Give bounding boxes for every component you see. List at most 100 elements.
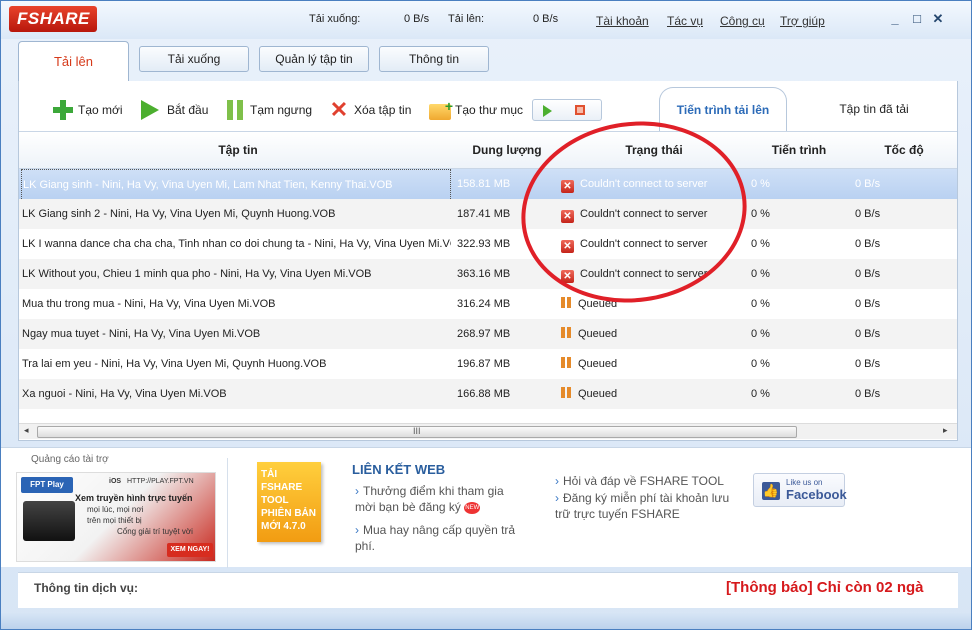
minimize-icon[interactable]: _ xyxy=(887,11,903,27)
file-speed: 0 B/s xyxy=(855,298,881,310)
close-icon[interactable]: ✕ xyxy=(930,11,946,27)
file-size: 363.16 MB xyxy=(457,268,511,280)
file-progress: 0 % xyxy=(751,238,770,250)
file-progress: 0 % xyxy=(751,298,770,310)
file-name: Ngay mua tuyet - Nini, Ha Vy, Vina Uyen … xyxy=(22,328,261,340)
pause-icon xyxy=(224,99,246,121)
file-speed: 0 B/s xyxy=(855,178,881,190)
link-upgrade[interactable]: › Mua hay nâng cấp quyền trả phí. xyxy=(355,522,525,554)
scroll-left-icon[interactable]: ◂ xyxy=(24,425,29,436)
file-name: LK Giang sinh - Nini, Ha Vy, Vina Uyen M… xyxy=(21,169,451,201)
column-file[interactable]: Tập tin xyxy=(19,132,457,170)
table-row[interactable]: LK Giang sinh - Nini, Ha Vy, Vina Uyen M… xyxy=(19,169,957,201)
facebook-like-icon: 👍 xyxy=(762,482,780,500)
facebook-like-button[interactable]: 👍 Like us on Facebook xyxy=(753,473,847,507)
file-progress: 0 % xyxy=(751,328,770,340)
devices-image xyxy=(23,501,75,541)
fpt-play-banner[interactable]: FPT Play iOS HTTP://PLAY.FPT.VN Xem truy… xyxy=(16,472,216,562)
table-row[interactable]: LK Giang sinh 2 - Nini, Ha Vy, Vina Uyen… xyxy=(19,199,957,229)
facebook-like-text: Like us on xyxy=(786,478,823,487)
app-window: FSHARE Tải xuống: 0 B/s Tải lên: 0 B/s T… xyxy=(0,0,972,630)
subtab-uploaded-files[interactable]: Tập tin đã tải xyxy=(819,87,929,131)
file-name: LK I wanna dance cha cha cha, Tinh nhan … xyxy=(22,238,451,250)
tab-info[interactable]: Thông tin xyxy=(379,46,489,72)
play-icon xyxy=(141,100,159,120)
fshare-tool-download-box[interactable]: TẢI FSHARE TOOL PHIÊN BẢN MỚI 4.7.0 xyxy=(257,462,321,542)
link-register-text: Đăng ký miễn phí tài khoản lưu trữ trực … xyxy=(555,491,730,521)
new-button[interactable]: Tạo mới xyxy=(52,96,123,124)
upload-speed-value: 0 B/s xyxy=(533,13,559,25)
file-name: LK Giang sinh 2 - Nini, Ha Vy, Vina Uyen… xyxy=(22,208,336,220)
column-size[interactable]: Dung lượng xyxy=(462,132,552,170)
file-size: 316.24 MB xyxy=(457,298,511,310)
menu-help[interactable]: Trợ giúp xyxy=(780,14,825,28)
file-speed: 0 B/s xyxy=(855,358,881,370)
table-row[interactable]: Xa nguoi - Nini, Ha Vy, Vina Uyen Mi.VOB… xyxy=(19,379,957,409)
file-speed: 0 B/s xyxy=(855,208,881,220)
file-list: LK Giang sinh - Nini, Ha Vy, Vina Uyen M… xyxy=(19,169,957,409)
facebook-name: Facebook xyxy=(786,487,847,502)
queued-pause-icon xyxy=(561,296,572,309)
menu-account[interactable]: Tài khoản xyxy=(596,14,649,28)
chevron-right-icon: › xyxy=(555,474,559,488)
table-row[interactable]: LK I wanna dance cha cha cha, Tinh nhan … xyxy=(19,229,957,259)
service-info-bar: Thông tin dịch vụ: [Thông báo] Chỉ còn 0… xyxy=(18,572,958,608)
pause-button[interactable]: Tạm ngưng xyxy=(224,96,312,124)
subtab-upload-progress[interactable]: Tiến trình tải lên xyxy=(659,87,787,131)
mini-play-icon[interactable] xyxy=(543,105,552,117)
table-header: Tập tin Dung lượng Trạng thái Tiến trình… xyxy=(19,131,957,169)
web-links-title: LIÊN KẾT WEB xyxy=(352,462,446,477)
fpt-play-logo: FPT Play xyxy=(21,477,73,493)
new-folder-button-label: Tạo thư mục xyxy=(455,103,524,117)
start-button[interactable]: Bắt đầu xyxy=(141,96,208,124)
column-progress[interactable]: Tiến trình xyxy=(749,132,849,170)
ios-label: iOS xyxy=(109,478,122,485)
tab-upload[interactable]: Tải lên xyxy=(18,41,129,82)
watch-now-button[interactable]: XEM NGAY! xyxy=(167,543,213,557)
column-speed[interactable]: Tốc độ xyxy=(859,132,949,170)
chevron-right-icon: › xyxy=(355,523,359,537)
fshare-logo: FSHARE xyxy=(9,6,97,32)
service-info-label: Thông tin dịch vụ: xyxy=(34,581,138,595)
file-status-text: Queued xyxy=(578,388,618,400)
menu-actions[interactable]: Tác vụ xyxy=(667,14,703,28)
table-row[interactable]: Tra lai em yeu - Nini, Ha Vy, Vina Uyen … xyxy=(19,349,957,379)
file-speed: 0 B/s xyxy=(855,388,881,400)
queued-pause-icon xyxy=(561,356,572,369)
file-progress: 0 % xyxy=(751,208,770,220)
tab-file-manager[interactable]: Quản lý tập tin xyxy=(259,46,369,72)
table-row[interactable]: Mua thu trong mua - Nini, Ha Vy, Vina Uy… xyxy=(19,289,957,319)
ads-area: Quảng cáo tài trợ FPT Play iOS HTTP://PL… xyxy=(1,447,971,568)
download-speed-value: 0 B/s xyxy=(404,13,430,25)
link-faq-text: Hỏi và đáp về FSHARE TOOL xyxy=(563,474,724,488)
title-bar: FSHARE Tải xuống: 0 B/s Tải lên: 0 B/s T… xyxy=(1,1,971,39)
scroll-right-icon[interactable]: ▸ xyxy=(943,425,948,436)
link-register[interactable]: › Đăng ký miễn phí tài khoản lưu trữ trực… xyxy=(555,490,735,522)
maximize-icon[interactable]: □ xyxy=(909,11,925,27)
link-faq[interactable]: › Hỏi và đáp về FSHARE TOOL xyxy=(555,473,735,489)
menu-tools[interactable]: Công cụ xyxy=(720,14,765,28)
file-progress: 0 % xyxy=(751,358,770,370)
chevron-right-icon: › xyxy=(555,491,559,505)
new-folder-button[interactable]: Tạo thư mục xyxy=(429,96,523,124)
folder-add-icon xyxy=(429,98,453,120)
file-size: 196.87 MB xyxy=(457,358,511,370)
delete-file-button[interactable]: ✕ Xóa tập tin xyxy=(328,96,412,124)
file-status-text: Queued xyxy=(578,328,618,340)
fpt-line-3: trên mọi thiết bị xyxy=(87,516,142,525)
tab-download[interactable]: Tải xuống xyxy=(139,46,249,72)
table-row[interactable]: Ngay mua tuyet - Nini, Ha Vy, Vina Uyen … xyxy=(19,319,957,349)
file-size: 268.97 MB xyxy=(457,328,511,340)
queued-pause-icon xyxy=(561,326,572,339)
delete-file-button-label: Xóa tập tin xyxy=(354,103,412,117)
link-referral[interactable]: › Thưởng điểm khi tham gia mời bạn bè đăn… xyxy=(355,483,525,515)
mini-control-box[interactable] xyxy=(532,99,602,121)
download-speed-label: Tải xuống: xyxy=(309,13,361,25)
horizontal-scrollbar[interactable]: ◂ III ▸ xyxy=(19,423,957,439)
scrollbar-grip: III xyxy=(413,426,421,436)
table-row[interactable]: LK Without you, Chieu 1 minh qua pho - N… xyxy=(19,259,957,289)
service-notice-marquee[interactable]: [Thông báo] Chỉ còn 02 ngà xyxy=(726,579,948,596)
mini-stop-icon[interactable] xyxy=(575,105,585,115)
file-speed: 0 B/s xyxy=(855,328,881,340)
scrollbar-thumb[interactable]: III xyxy=(37,426,797,438)
